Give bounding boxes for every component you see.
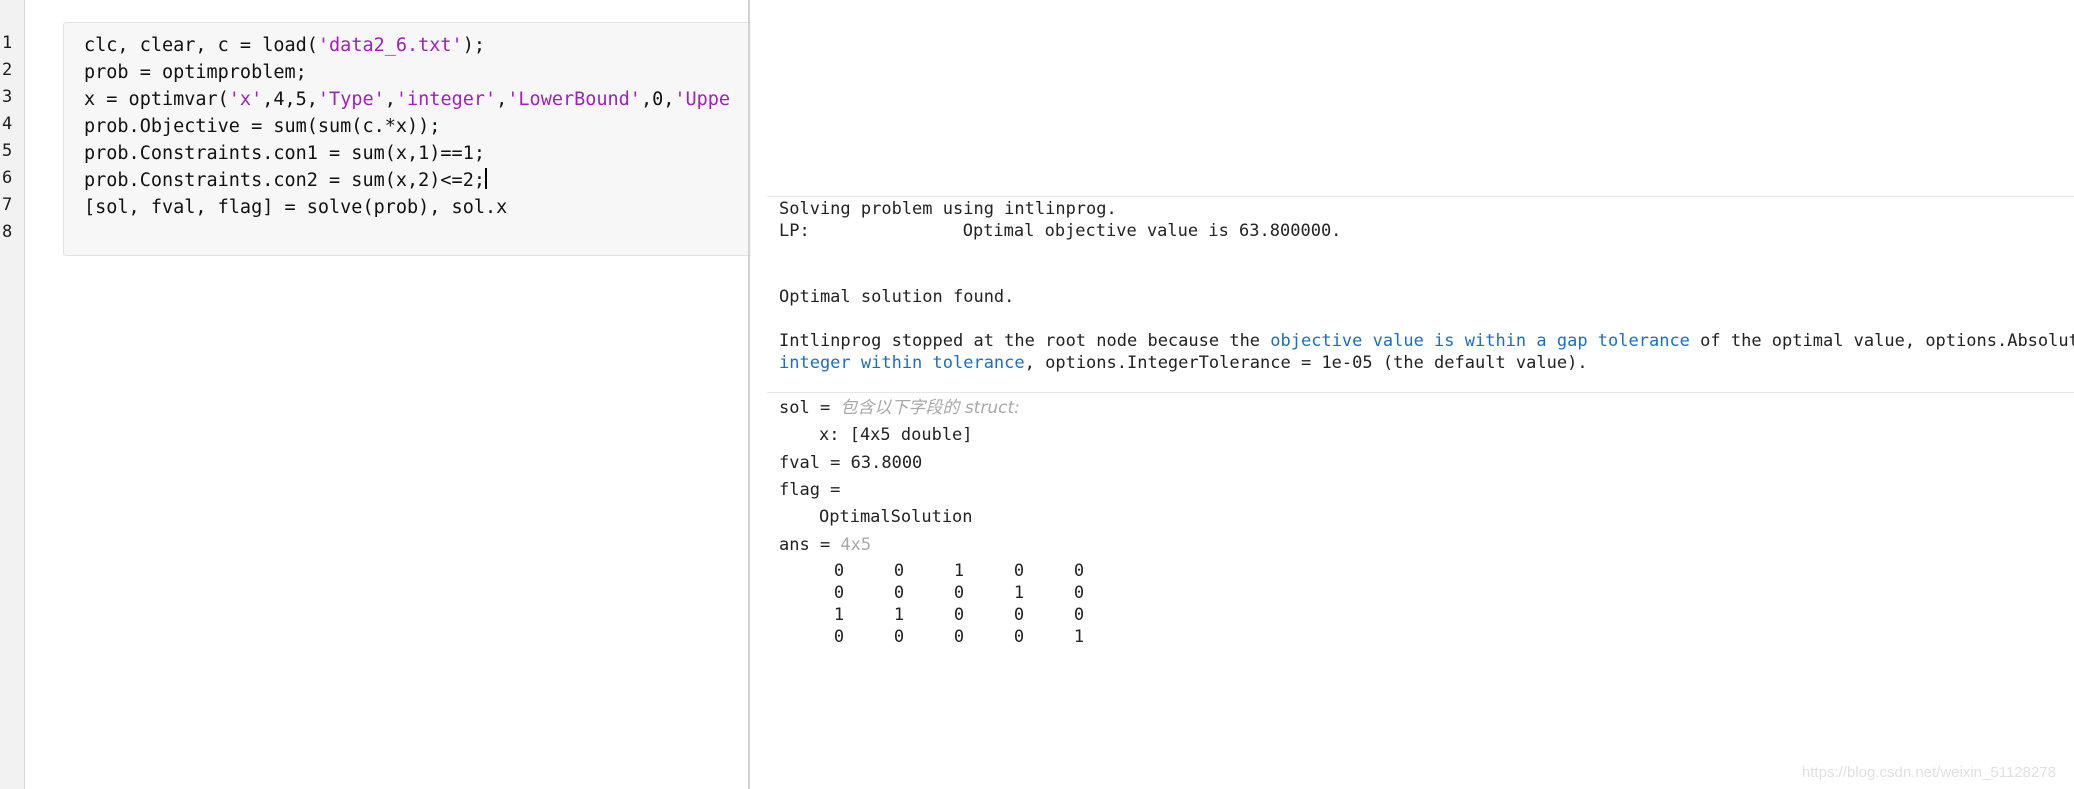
matrix-cell: 0 xyxy=(953,627,965,647)
matrix-cell: 1 xyxy=(833,605,845,625)
line-number: 8 xyxy=(2,222,13,242)
stopped-text-post: of the optimal value, options.AbsoluteGa xyxy=(1689,331,2074,351)
code-text: prob.Objective = sum(sum(c.*x)); xyxy=(84,116,441,137)
code-line[interactable]: clc, clear, c = load('data2_6.txt'); xyxy=(84,32,485,59)
matrix-cell: 0 xyxy=(1013,605,1025,625)
code-text: clc, clear, c = load( xyxy=(84,35,318,56)
sol-label: sol = xyxy=(779,398,841,418)
line-number: 2 xyxy=(2,60,13,80)
ans-size: 4x5 xyxy=(840,535,872,555)
output-separator xyxy=(767,196,2074,197)
code-text: x = optimvar( xyxy=(84,89,229,110)
matrix-cell: 0 xyxy=(833,583,845,603)
line-number: 4 xyxy=(2,114,13,134)
lp-text: Optimal objective value is 63.800000. xyxy=(962,221,1342,241)
matrix-cell: 0 xyxy=(1013,561,1025,581)
code-line[interactable]: [sol, fval, flag] = solve(prob), sol.x xyxy=(84,194,507,221)
lp-message: LP: Optimal objective value is 63.800000. xyxy=(779,220,1341,242)
matrix-cell: 0 xyxy=(953,605,965,625)
matrix-cell: 0 xyxy=(1073,605,1085,625)
flag-value: OptimalSolution xyxy=(819,507,973,527)
ans-output: ans = 4x5 xyxy=(779,534,871,556)
fval-output: fval = 63.8000 xyxy=(779,453,923,473)
code-text: [sol, fval, flag] = solve(prob), sol.x xyxy=(84,197,508,218)
output-separator xyxy=(767,392,2074,393)
line-number: 3 xyxy=(2,87,13,107)
text-cursor xyxy=(484,168,487,189)
code-text: prob.Constraints.con2 = sum(x,2)<=2; xyxy=(84,170,485,191)
matrix-cell: 0 xyxy=(833,627,845,647)
code-text: , xyxy=(496,89,508,110)
code-line[interactable]: prob.Constraints.con1 = sum(x,1)==1; xyxy=(84,140,485,167)
matrix-cell: 0 xyxy=(893,561,905,581)
matrix-cell: 1 xyxy=(893,605,905,625)
pane-divider[interactable] xyxy=(748,0,750,789)
line-number: 6 xyxy=(2,168,13,188)
code-text: , xyxy=(384,89,396,110)
string-literal: 'data2_6.txt' xyxy=(317,35,463,56)
output-pane: Solving problem using intlinprog. LP: Opt… xyxy=(751,0,2074,789)
code-text: prob = optimproblem; xyxy=(84,62,307,83)
sol-struct-description: 包含以下字段的 struct: xyxy=(840,398,1020,418)
code-line[interactable]: prob = optimproblem; xyxy=(84,59,307,86)
sol-field-x: x: [4x5 double] xyxy=(819,425,973,445)
matrix-cell: 0 xyxy=(893,627,905,647)
matrix-cell: 0 xyxy=(1013,627,1025,647)
string-literal: 'Uppe xyxy=(674,89,731,110)
matrix-cell: 1 xyxy=(1073,627,1085,647)
code-text: prob.Constraints.con1 = sum(x,1)==1; xyxy=(84,143,485,164)
code-line[interactable]: prob.Objective = sum(sum(c.*x)); xyxy=(84,113,440,140)
matrix-cell: 0 xyxy=(833,561,845,581)
string-literal: 'LowerBound' xyxy=(507,89,641,110)
line-number-gutter: 1 2 3 4 5 6 7 8 xyxy=(0,0,25,789)
string-literal: 'x' xyxy=(228,89,263,110)
optimal-found-message: Optimal solution found. xyxy=(779,287,1015,307)
solving-message: Solving problem using intlinprog. xyxy=(779,199,1117,219)
lp-label: LP: xyxy=(779,221,810,241)
matrix-cell: 0 xyxy=(893,583,905,603)
string-literal: 'integer' xyxy=(395,89,497,110)
line-number: 1 xyxy=(2,33,13,53)
matrix-cell: 0 xyxy=(1073,561,1085,581)
sol-output: sol = 包含以下字段的 struct: xyxy=(779,397,1020,419)
code-text: ,0, xyxy=(640,89,675,110)
gap-tolerance-link[interactable]: objective value is within a gap toleranc… xyxy=(1270,331,1690,351)
integer-tolerance-text: , options.IntegerTolerance = 1e-05 (the … xyxy=(1024,353,1588,373)
matrix-cell: 1 xyxy=(1013,583,1025,603)
matrix-cell: 1 xyxy=(953,561,965,581)
code-line[interactable]: prob.Constraints.con2 = sum(x,2)<=2; xyxy=(84,167,487,194)
code-text: ,4,5, xyxy=(262,89,318,110)
watermark: https://blog.csdn.net/weixin_51128278 xyxy=(1801,764,2056,781)
integer-tolerance-message: integer within tolerance, options.Intege… xyxy=(779,352,1588,374)
stopped-text-pre: Intlinprog stopped at the root node beca… xyxy=(779,331,1271,351)
code-editor-cell[interactable]: clc, clear, c = load('data2_6.txt');prob… xyxy=(63,22,755,256)
code-line[interactable]: x = optimvar('x',4,5,'Type','integer','L… xyxy=(84,86,730,113)
line-number: 5 xyxy=(2,141,13,161)
string-literal: 'Type' xyxy=(317,89,385,110)
code-text: ); xyxy=(462,35,485,56)
integer-tolerance-link[interactable]: integer within tolerance xyxy=(779,353,1025,373)
matrix-cell: 0 xyxy=(953,583,965,603)
ans-label: ans = xyxy=(779,535,841,555)
matrix-cell: 0 xyxy=(1073,583,1085,603)
flag-label: flag = xyxy=(779,480,841,500)
stopped-message: Intlinprog stopped at the root node beca… xyxy=(779,330,2074,352)
line-number: 7 xyxy=(2,195,13,215)
